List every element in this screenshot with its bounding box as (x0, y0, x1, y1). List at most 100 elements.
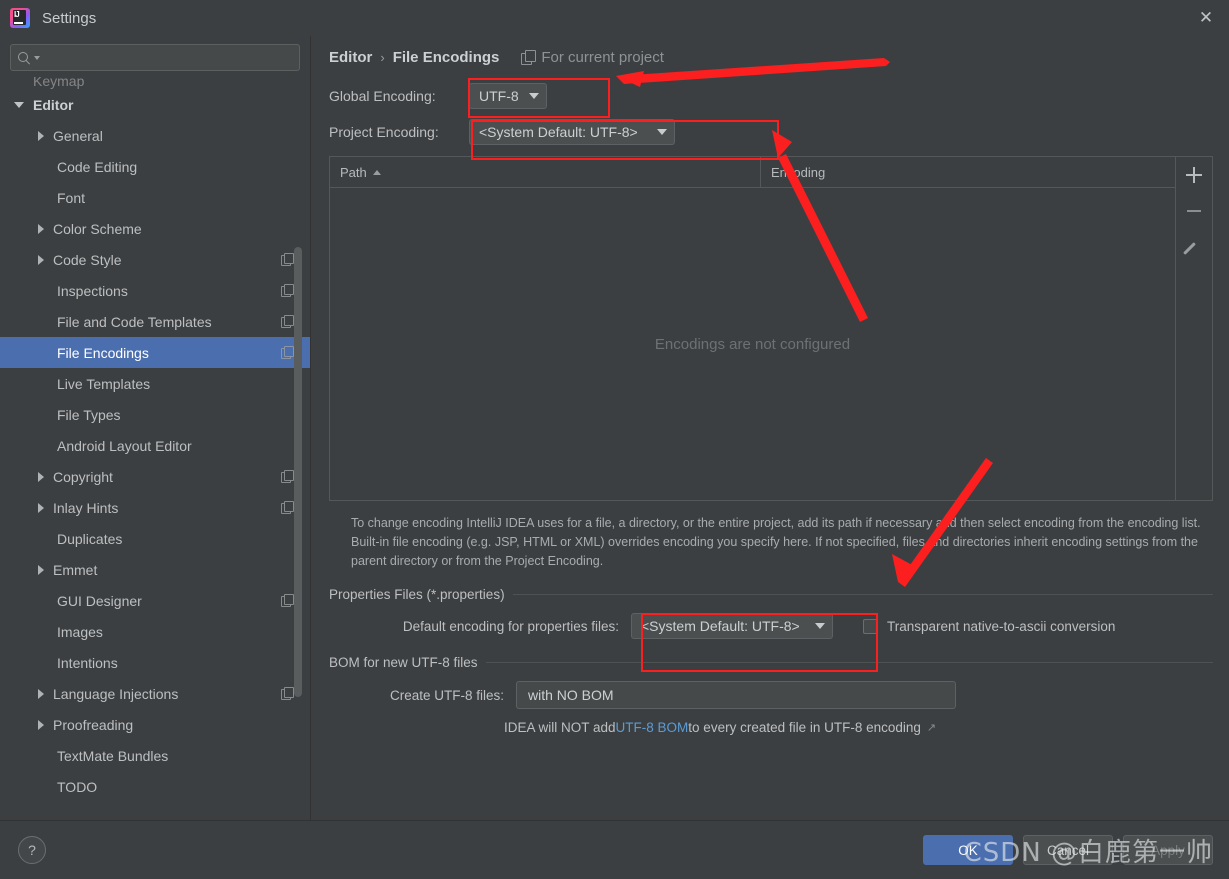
chevron-down-icon[interactable] (14, 101, 24, 108)
project-encoding-row: Project Encoding: <System Default: UTF-8… (329, 114, 1213, 150)
transparent-native-to-ascii-label: Transparent native-to-ascii conversion (887, 618, 1116, 634)
help-button[interactable]: ? (18, 836, 46, 864)
encodings-help-text: To change encoding IntelliJ IDEA uses fo… (351, 516, 1201, 568)
sidebar-item-label: Inspections (57, 282, 128, 299)
encodings-table-toolbar (1175, 157, 1212, 500)
sidebar-item-label: Keymap (33, 77, 85, 89)
search-box[interactable] (10, 44, 300, 71)
sidebar-item-inspections[interactable]: Inspections (0, 275, 310, 306)
properties-encoding-dropdown[interactable]: <System Default: UTF-8> (631, 613, 833, 639)
cancel-button[interactable]: Cancel (1023, 835, 1113, 865)
chevron-right-icon[interactable] (38, 564, 44, 575)
sidebar-item-inlay-hints[interactable]: Inlay Hints (0, 492, 310, 523)
sidebar-item-label: Android Layout Editor (57, 437, 192, 454)
sidebar-item-code-style[interactable]: Code Style (0, 244, 310, 275)
chevron-right-icon[interactable] (38, 223, 44, 234)
sidebar-item-intentions[interactable]: Intentions (0, 647, 310, 678)
column-header-encoding[interactable]: Encoding (761, 157, 1175, 187)
sidebar-item-copyright[interactable]: Copyright (0, 461, 310, 492)
column-header-path-label: Path (340, 164, 367, 180)
sidebar-item-gui-designer[interactable]: GUI Designer (0, 585, 310, 616)
copy-badge-icon (281, 253, 294, 266)
sidebar-item-images[interactable]: Images (0, 616, 310, 647)
encodings-table: Path Encoding Encodings are not configur… (329, 156, 1213, 501)
sidebar-item-editor[interactable]: Editor (0, 89, 310, 120)
sidebar-item-label: Editor (33, 96, 74, 113)
chevron-right-icon[interactable] (38, 688, 44, 699)
chevron-down-icon (657, 129, 667, 135)
divider (485, 662, 1213, 663)
project-encoding-dropdown[interactable]: <System Default: UTF-8> (469, 119, 675, 145)
bom-group-title: BOM for new UTF-8 files (329, 655, 478, 670)
sidebar-item-duplicates[interactable]: Duplicates (0, 523, 310, 554)
ok-button[interactable]: OK (923, 835, 1013, 865)
sidebar-item-label: Duplicates (57, 530, 123, 547)
chevron-right-icon[interactable] (38, 502, 44, 513)
create-utf8-files-dropdown[interactable]: with NO BOM (516, 681, 956, 709)
chevron-down-icon (529, 93, 539, 99)
utf8-bom-link[interactable]: UTF-8 BOM (616, 720, 689, 735)
bom-group: BOM for new UTF-8 files Create UTF-8 fil… (329, 655, 1213, 735)
sidebar-item-file-and-code-templates[interactable]: File and Code Templates (0, 306, 310, 337)
copy-badge-icon (281, 687, 294, 700)
copy-badge-icon (281, 284, 294, 297)
copy-badge-icon (281, 501, 294, 514)
sidebar-scrollbar-track[interactable] (294, 77, 306, 820)
window-title: Settings (42, 9, 97, 27)
minus-icon[interactable] (1181, 198, 1207, 224)
sidebar-item-android-layout-editor[interactable]: Android Layout Editor (0, 430, 310, 461)
close-icon[interactable]: ✕ (1183, 0, 1229, 36)
sidebar-item-file-types[interactable]: File Types (0, 399, 310, 430)
sidebar-item-textmate-bundles[interactable]: TextMate Bundles (0, 740, 310, 771)
sidebar-item-todo[interactable]: TODO (0, 771, 310, 802)
sidebar-item-font[interactable]: Font (0, 182, 310, 213)
breadcrumb-parent[interactable]: Editor (329, 49, 372, 66)
sidebar-item-general[interactable]: General (0, 120, 310, 151)
global-encoding-dropdown[interactable]: UTF-8 (469, 83, 547, 109)
settings-sidebar: Keymap Editor General Code Editing Font Color… (0, 36, 311, 820)
apply-button[interactable]: Apply (1123, 835, 1213, 865)
chevron-right-icon[interactable] (38, 254, 44, 265)
chevron-right-icon[interactable] (38, 130, 44, 141)
checkbox-box-icon (863, 618, 878, 634)
sidebar-item-color-scheme[interactable]: Color Scheme (0, 213, 310, 244)
sort-ascending-icon (372, 169, 381, 175)
transparent-native-to-ascii-checkbox[interactable]: Transparent native-to-ascii conversion (863, 618, 1116, 634)
pencil-icon[interactable] (1181, 234, 1207, 260)
sidebar-item-label: Emmet (53, 561, 98, 578)
sidebar-scrollbar-thumb[interactable] (294, 247, 302, 697)
sidebar-item-label: Color Scheme (53, 220, 142, 237)
chevron-right-icon[interactable] (38, 719, 44, 730)
column-header-path[interactable]: Path (330, 157, 761, 187)
search-input[interactable] (40, 49, 292, 66)
sidebar-item-emmet[interactable]: Emmet (0, 554, 310, 585)
settings-main-panel: Editor › File Encodings For current proj… (311, 36, 1229, 820)
page-title: File Encodings (392, 48, 500, 66)
plus-icon[interactable] (1181, 162, 1207, 188)
sidebar-item-code-editing[interactable]: Code Editing (0, 151, 310, 182)
sidebar-item-label: General (53, 127, 103, 144)
properties-files-group-header: Properties Files (*.properties) (329, 587, 1213, 602)
sidebar-item-proofreading[interactable]: Proofreading (0, 709, 310, 740)
properties-encoding-label: Default encoding for properties files: (402, 618, 619, 634)
sidebar-item-live-templates[interactable]: Live Templates (0, 368, 310, 399)
chevron-down-icon (815, 623, 825, 629)
sidebar-item-language-injections[interactable]: Language Injections (0, 678, 310, 709)
global-encoding-label: Global Encoding: (329, 88, 436, 104)
copy-badge-icon (281, 594, 294, 607)
sidebar-item-file-encodings[interactable]: File Encodings (0, 337, 310, 368)
project-encoding-value: <System Default: UTF-8> (479, 124, 638, 140)
sidebar-item-clipped[interactable]: Keymap (0, 77, 310, 89)
copy-badge-icon (281, 315, 294, 328)
properties-files-group: Properties Files (*.properties) Default … (329, 587, 1213, 639)
chevron-right-icon[interactable] (38, 471, 44, 482)
breadcrumb: Editor › File Encodings For current proj… (329, 36, 1213, 78)
